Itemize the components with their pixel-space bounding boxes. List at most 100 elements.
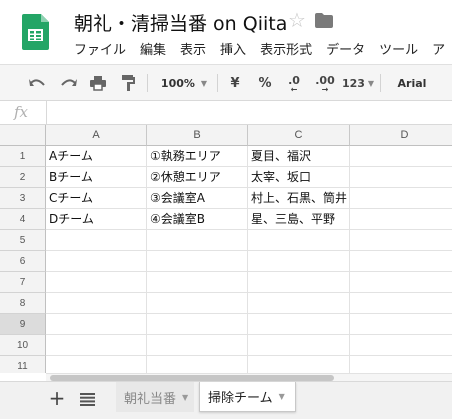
cell-c8[interactable] bbox=[248, 293, 350, 314]
menu-file[interactable]: ファイル bbox=[74, 39, 126, 58]
cell-c7[interactable] bbox=[248, 272, 350, 293]
cell-b6[interactable] bbox=[147, 251, 248, 272]
cell-b4[interactable]: ④会議室B bbox=[147, 209, 248, 230]
sheet-tabs-bar: + 朝礼当番 ▼ 掃除チーム ▼ bbox=[0, 381, 452, 419]
cell-a6[interactable] bbox=[46, 251, 147, 272]
row-header-9[interactable]: 9 bbox=[0, 314, 46, 335]
cell-a4[interactable]: Dチーム bbox=[46, 209, 147, 230]
cell-a7[interactable] bbox=[46, 272, 147, 293]
cell-c6[interactable] bbox=[248, 251, 350, 272]
increase-decimal-button[interactable]: .00 → bbox=[313, 65, 337, 101]
cell-c3[interactable]: 村上、石黒、筒井 bbox=[248, 188, 350, 209]
percent-format-button[interactable]: % bbox=[256, 65, 274, 101]
cell-d4[interactable] bbox=[350, 209, 452, 230]
cell-b9[interactable] bbox=[147, 314, 248, 335]
redo-icon[interactable] bbox=[57, 65, 79, 101]
chevron-down-icon[interactable]: ▼ bbox=[182, 393, 188, 402]
row-header-6[interactable]: 6 bbox=[0, 251, 46, 272]
cell-c2[interactable]: 太宰、坂口 bbox=[248, 167, 350, 188]
cell-a1[interactable]: Aチーム bbox=[46, 146, 147, 167]
chevron-down-icon[interactable]: ▼ bbox=[279, 392, 285, 401]
cell-a11[interactable] bbox=[46, 356, 147, 373]
row-header-8[interactable]: 8 bbox=[0, 293, 46, 314]
cell-d9[interactable] bbox=[350, 314, 452, 335]
cell-d6[interactable] bbox=[350, 251, 452, 272]
fx-icon: fx bbox=[14, 103, 29, 121]
cell-b5[interactable] bbox=[147, 230, 248, 251]
sheet-tab-cleaning-team[interactable]: 掃除チーム ▼ bbox=[199, 382, 296, 412]
cell-a8[interactable] bbox=[46, 293, 147, 314]
row-header-5[interactable]: 5 bbox=[0, 230, 46, 251]
row-header-3[interactable]: 3 bbox=[0, 188, 46, 209]
document-title[interactable]: 朝礼・清掃当番 on Qiita bbox=[74, 9, 287, 36]
column-header-b[interactable]: B bbox=[147, 125, 248, 146]
menu-addons[interactable]: ア bbox=[432, 39, 445, 58]
paint-format-icon[interactable] bbox=[117, 65, 139, 101]
column-header-c[interactable]: C bbox=[248, 125, 350, 146]
formula-input[interactable] bbox=[50, 101, 450, 124]
font-select[interactable]: Arial bbox=[392, 65, 432, 101]
row-header-7[interactable]: 7 bbox=[0, 272, 46, 293]
row-header-2[interactable]: 2 bbox=[0, 167, 46, 188]
formula-bar: fx bbox=[0, 101, 452, 125]
cell-b11[interactable] bbox=[147, 356, 248, 373]
menu-tools[interactable]: ツール bbox=[379, 39, 418, 58]
cell-a5[interactable] bbox=[46, 230, 147, 251]
cell-c5[interactable] bbox=[248, 230, 350, 251]
cell-d5[interactable] bbox=[350, 230, 452, 251]
app-header: 朝礼・清掃当番 on Qiita ☆ ファイル 編集 表示 挿入 表示形式 デー… bbox=[0, 0, 452, 64]
undo-icon[interactable] bbox=[26, 65, 48, 101]
cell-b10[interactable] bbox=[147, 335, 248, 356]
horizontal-scrollbar[interactable] bbox=[46, 373, 452, 381]
zoom-select[interactable]: 100% ▼ bbox=[158, 65, 210, 101]
cell-d8[interactable] bbox=[350, 293, 452, 314]
cell-c1[interactable]: 夏目、福沢 bbox=[248, 146, 350, 167]
folder-icon[interactable] bbox=[315, 13, 333, 28]
row-header-10[interactable]: 10 bbox=[0, 335, 46, 356]
cell-b1[interactable]: ①執務エリア bbox=[147, 146, 248, 167]
row-header-1[interactable]: 1 bbox=[0, 146, 46, 167]
cell-c10[interactable] bbox=[248, 335, 350, 356]
currency-format-button[interactable]: ¥ bbox=[226, 65, 244, 101]
cell-a10[interactable] bbox=[46, 335, 147, 356]
cell-d2[interactable] bbox=[350, 167, 452, 188]
number-format-select[interactable]: 123 ▼ bbox=[342, 65, 374, 101]
column-header-d[interactable]: D bbox=[350, 125, 452, 146]
row-header-4[interactable]: 4 bbox=[0, 209, 46, 230]
star-icon[interactable]: ☆ bbox=[288, 8, 306, 32]
cell-b8[interactable] bbox=[147, 293, 248, 314]
zoom-value: 100% bbox=[160, 76, 195, 90]
cell-b3[interactable]: ③会議室A bbox=[147, 188, 248, 209]
menu-format[interactable]: 表示形式 bbox=[260, 39, 312, 58]
cell-a3[interactable]: Cチーム bbox=[46, 188, 147, 209]
decrease-decimal-button[interactable]: .0 ← bbox=[284, 65, 304, 101]
cell-d11[interactable] bbox=[350, 356, 452, 373]
chevron-down-icon: ▼ bbox=[367, 78, 375, 88]
cell-d7[interactable] bbox=[350, 272, 452, 293]
cell-d3[interactable] bbox=[350, 188, 452, 209]
cell-b7[interactable] bbox=[147, 272, 248, 293]
toolbar: 100% ▼ ¥ % .0 ← .00 → 123 ▼ Arial bbox=[0, 64, 452, 101]
select-all-corner[interactable] bbox=[0, 125, 46, 146]
cell-c11[interactable] bbox=[248, 356, 350, 373]
toolbar-divider bbox=[147, 74, 148, 92]
cell-a9[interactable] bbox=[46, 314, 147, 335]
add-sheet-button[interactable]: + bbox=[47, 386, 67, 410]
cell-c9[interactable] bbox=[248, 314, 350, 335]
cell-d10[interactable] bbox=[350, 335, 452, 356]
sheet-tab-morning-duty[interactable]: 朝礼当番 ▼ bbox=[116, 382, 194, 412]
cell-c4[interactable]: 星、三島、平野 bbox=[248, 209, 350, 230]
menu-edit[interactable]: 編集 bbox=[140, 39, 166, 58]
print-icon[interactable] bbox=[87, 65, 109, 101]
menu-insert[interactable]: 挿入 bbox=[220, 39, 246, 58]
column-header-a[interactable]: A bbox=[46, 125, 147, 146]
spreadsheet-grid: A B C D 1 Aチーム ①執務エリア 夏目、福沢 2 Bチーム ②休憩エリア 太宰、坂口 3 Cチー… bbox=[0, 125, 452, 373]
all-sheets-menu-icon[interactable] bbox=[80, 393, 95, 406]
menu-data[interactable]: データ bbox=[326, 39, 365, 58]
cell-d1[interactable] bbox=[350, 146, 452, 167]
row-header-11[interactable]: 11 bbox=[0, 356, 46, 373]
menu-view[interactable]: 表示 bbox=[180, 39, 206, 58]
cell-b2[interactable]: ②休憩エリア bbox=[147, 167, 248, 188]
cell-a2[interactable]: Bチーム bbox=[46, 167, 147, 188]
sheets-logo-icon[interactable] bbox=[22, 14, 49, 50]
